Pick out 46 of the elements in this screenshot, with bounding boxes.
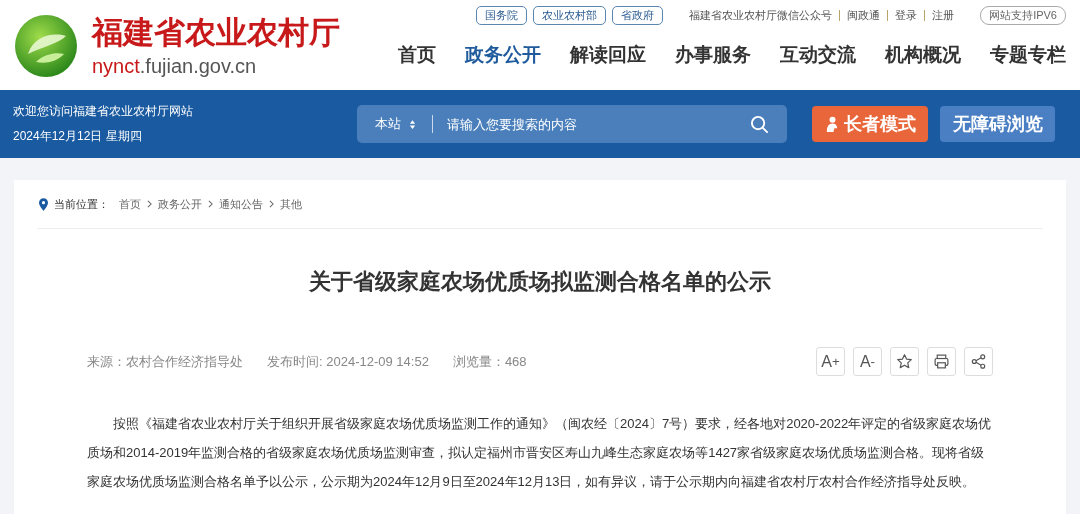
publish-time: 发布时间: 2024-12-09 14:52: [267, 352, 429, 371]
search-field[interactable]: 本站 请输入您要搜索的内容: [357, 105, 787, 143]
scope-select[interactable]: 本站: [375, 115, 416, 133]
favorite-button[interactable]: [890, 347, 919, 376]
article-body: 按照《福建省农业农村厅关于组织开展省级家庭农场优质场监测工作的通知》（闽农经〔2024〕7号）要求，经各地对2020-2022年评定的省级家庭农场优质场和2014-2019年监测合格的省级家庭农场优质场监测审查，拟认定福州市晋安区寿山九峰生态家庭农场等1427家省级家庭农场优质场监测合格。现将省级家庭农场优质场监测合格名单予以公示，公示期为2024年12月9日至2024年12月13日，如有异议，请于公示期内向福建省农村厅农村合作经济指导处反映。: [86, 415, 993, 491]
top-link[interactable]: 福建省农业农村厅微信公众号: [689, 7, 833, 23]
chevron-icon: [208, 200, 213, 208]
person-icon: [824, 115, 840, 133]
top-link[interactable]: 登录: [895, 7, 918, 23]
nav-tab[interactable]: 专题专栏: [990, 42, 1066, 68]
sort-icon: [409, 118, 416, 130]
portal-link[interactable]: 农业农村部: [533, 5, 607, 25]
portal-link[interactable]: 国务院: [476, 5, 528, 25]
search-icon[interactable]: [750, 114, 769, 134]
breadcrumb-link[interactable]: 通知公告: [219, 196, 263, 212]
chevron-icon: [269, 200, 274, 208]
print-button[interactable]: [927, 347, 956, 376]
source-text: 来源：农村合作经济指导处: [87, 352, 243, 371]
nav-tab[interactable]: 机构概况: [885, 42, 961, 68]
share-icon: [970, 353, 987, 370]
chevron-icon: [147, 200, 152, 208]
logo-icon: [14, 14, 78, 78]
top-link[interactable]: 闽政通: [847, 7, 881, 23]
nav-tab[interactable]: 政务公开: [465, 42, 541, 68]
accessibility-button[interactable]: 无障碍浏览: [940, 106, 1055, 142]
view-count: 浏览量：468: [452, 352, 527, 371]
site-domain: nynct.fujian.gov.cn: [92, 55, 258, 77]
portal-link[interactable]: 省政府: [612, 5, 664, 25]
nav-tab[interactable]: 首页: [398, 42, 436, 68]
nav-tab[interactable]: 解读回应: [570, 42, 646, 68]
site-title: 福建省农业农村厅: [92, 15, 340, 51]
printer-icon: [933, 353, 950, 370]
nav-tab[interactable]: 互动交流: [780, 42, 856, 68]
breadcrumb-label: 当前位置：: [54, 196, 109, 212]
breadcrumb-link[interactable]: 首页: [119, 196, 141, 212]
breadcrumb-link[interactable]: 政务公开: [158, 196, 202, 212]
star-icon: [896, 353, 913, 370]
date-text: 2024年12月12日 星期四: [13, 128, 143, 145]
breadcrumb-link[interactable]: 其他: [280, 196, 302, 212]
share-button[interactable]: [964, 347, 993, 376]
welcome-text: 欢迎您访问福建省农业农村厅网站: [13, 103, 194, 120]
article-title: 关于省级家庭农场优质场拟监测合格名单的公示: [308, 268, 772, 296]
ipv6-badge: 网站支持IPV6: [980, 5, 1066, 25]
location-pin-icon: [39, 197, 48, 211]
nav-tab[interactable]: 办事服务: [675, 42, 751, 68]
top-link[interactable]: 注册: [932, 7, 955, 23]
